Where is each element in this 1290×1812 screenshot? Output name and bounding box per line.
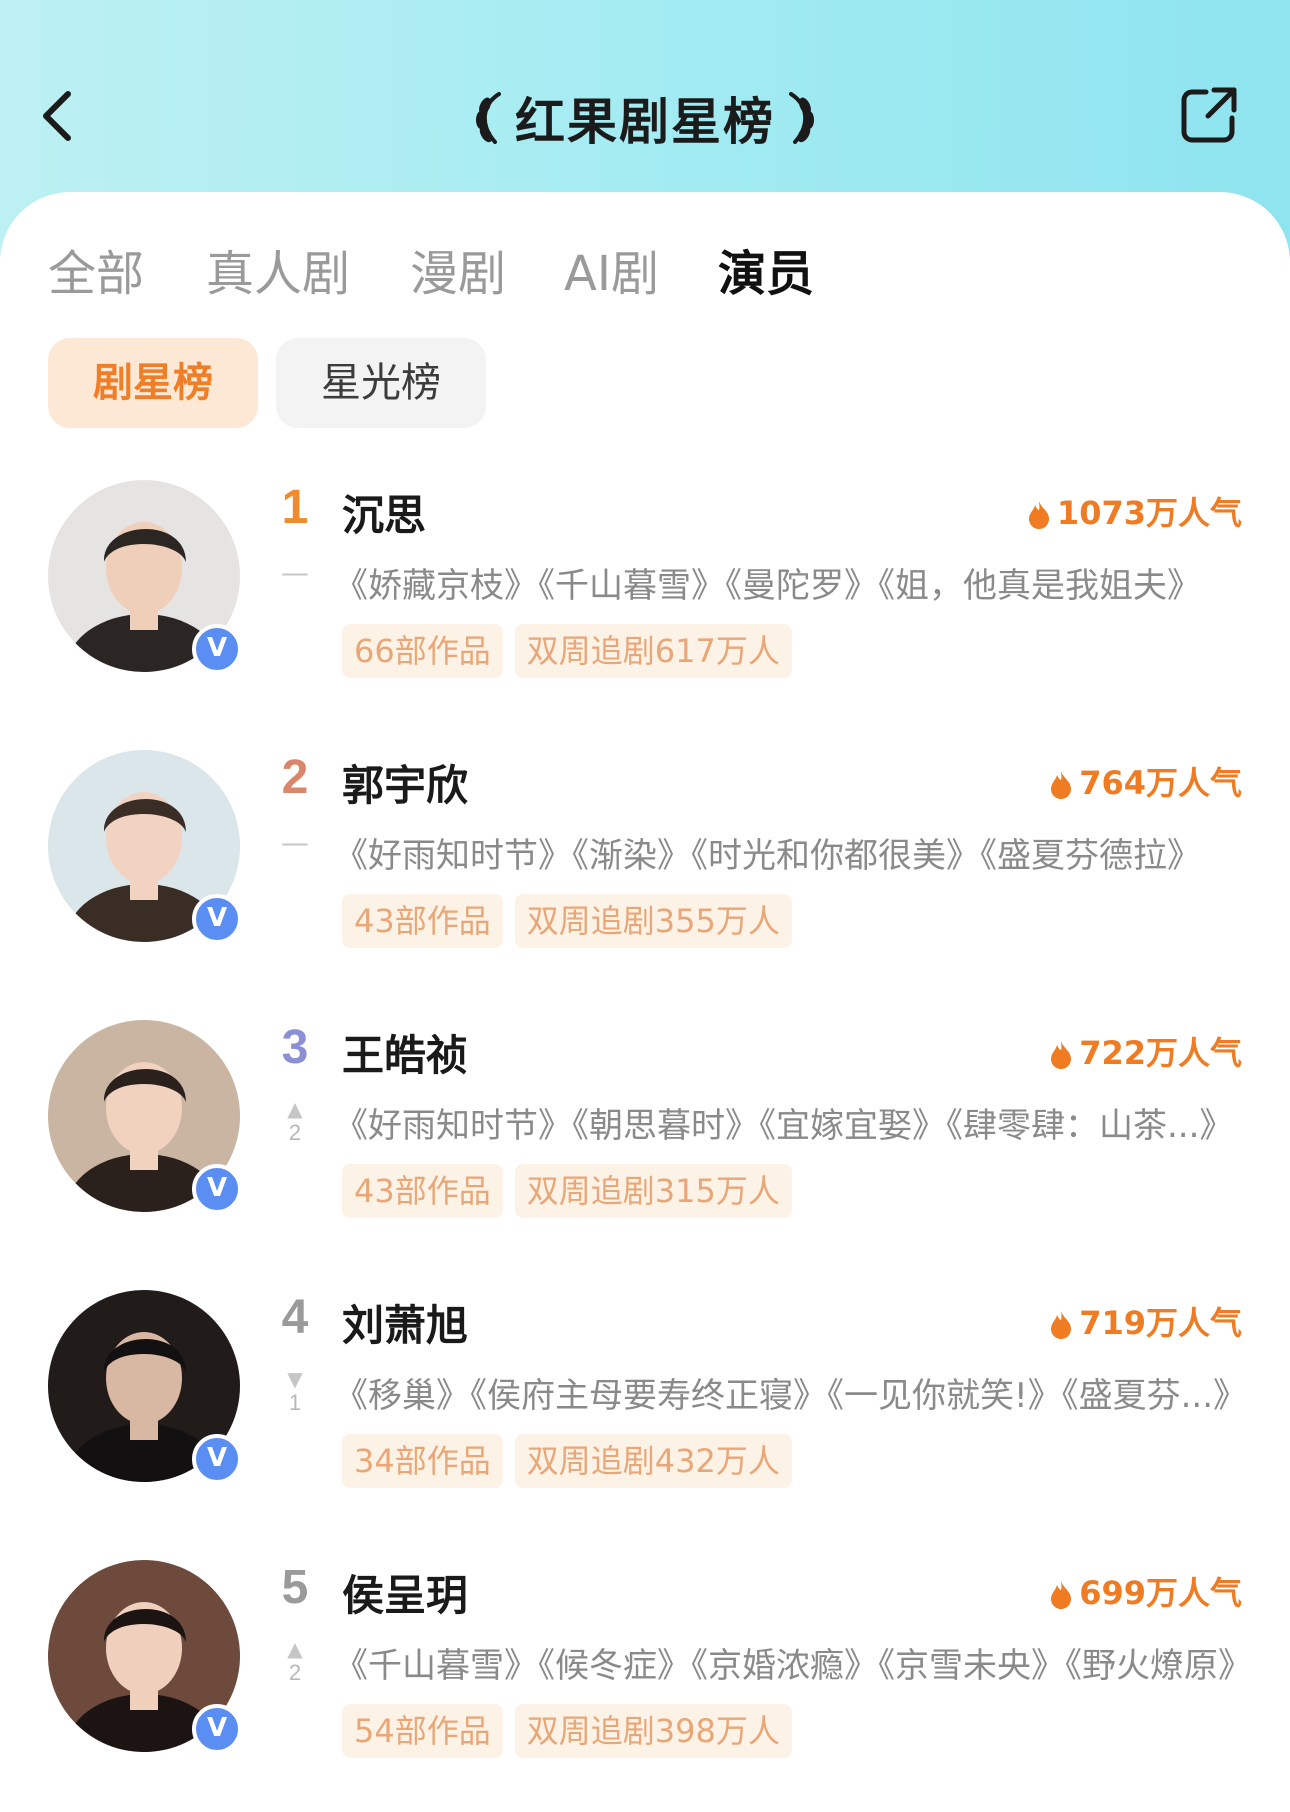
stat-tags: 43部作品 双周追剧355万人 xyxy=(342,894,804,948)
laurel-left-icon xyxy=(476,92,501,144)
actor-name[interactable]: 侯呈玥 xyxy=(342,1562,468,1623)
popularity-score: 722万人气 xyxy=(1049,1028,1242,1074)
followers-tag: 双周追剧315万人 xyxy=(514,1164,792,1218)
popularity-text: 764万人气 xyxy=(1079,764,1242,802)
trend-flat-icon: — xyxy=(281,556,309,589)
verified-badge: V xyxy=(192,1704,242,1754)
page-title-text: 红果剧星榜 xyxy=(515,93,775,151)
popularity-score: 764万人气 xyxy=(1049,758,1242,804)
rank-trend: ▼ 1 xyxy=(280,1368,310,1416)
avatar[interactable]: V xyxy=(48,1560,242,1754)
fire-icon xyxy=(1051,1311,1072,1339)
followers-tag: 双周追剧398万人 xyxy=(514,1704,792,1758)
tab-ai[interactable]: AI剧 xyxy=(564,234,659,304)
works-list: 《好雨知时节》《渐染》《时光和你都很美》《盛夏芬德拉》 xyxy=(334,836,1201,876)
followers-tag: 双周追剧432万人 xyxy=(514,1434,792,1488)
ranking-row[interactable]: V 3 ▲ 2 王皓祯 722万人气 《好雨知时节》《朝思暮时》《宜嫁宜娶》《肆零… xyxy=(0,1020,1290,1240)
trend-value: 1 xyxy=(288,1390,302,1415)
subtab-drama-star[interactable]: 剧星榜 xyxy=(48,338,258,428)
tab-all[interactable]: 全部 xyxy=(48,234,144,304)
rank-trend: ▲ 2 xyxy=(280,1638,310,1686)
followers-tag: 双周追剧355万人 xyxy=(514,894,792,948)
followers-tag: 双周追剧617万人 xyxy=(514,624,792,678)
actor-name[interactable]: 王皓祯 xyxy=(342,1022,468,1083)
share-button[interactable] xyxy=(1176,82,1242,148)
popularity-score: 719万人气 xyxy=(1049,1298,1242,1344)
avatar[interactable]: V xyxy=(48,1290,242,1484)
fire-icon xyxy=(1051,1041,1072,1069)
tab-live-action[interactable]: 真人剧 xyxy=(206,234,350,304)
rank-number: 1 xyxy=(281,481,309,534)
works-count-tag: 54部作品 xyxy=(342,1704,503,1758)
works-list: 《千山暮雪》《候冬症》《京婚浓瘾》《京雪未央》《野火燎原》 xyxy=(334,1646,1252,1686)
actor-name[interactable]: 沉思 xyxy=(342,482,426,543)
trend-up-icon: ▲ xyxy=(287,1637,303,1661)
rank-number: 2 xyxy=(281,751,309,804)
popularity-text: 719万人气 xyxy=(1079,1304,1242,1342)
rank-trend: ▲ 2 xyxy=(280,1098,310,1146)
works-list: 《好雨知时节》《朝思暮时》《宜嫁宜娶》《肆零肆：山茶...》 xyxy=(334,1106,1234,1146)
trend-value: 2 xyxy=(288,1660,302,1685)
tab-actors[interactable]: 演员 xyxy=(718,234,814,304)
trend-value: 2 xyxy=(288,1120,302,1145)
works-list: 《移巢》《侯府主母要寿终正寝》《一见你就笑!》《盛夏芬...》 xyxy=(334,1376,1248,1416)
ranking-row[interactable]: V 1 — 沉思 1073万人气 《娇藏京枝》《千山暮雪》《曼陀罗》《姐，他真是… xyxy=(0,480,1290,700)
laurel-right-icon xyxy=(789,92,814,144)
popularity-text: 1073万人气 xyxy=(1056,494,1242,532)
avatar[interactable]: V xyxy=(48,750,242,944)
trend-down-icon: ▼ xyxy=(287,1367,303,1391)
works-list: 《娇藏京枝》《千山暮雪》《曼陀罗》《姐，他真是我姐夫》 xyxy=(334,566,1201,606)
works-count-tag: 66部作品 xyxy=(342,624,503,678)
popularity-score: 1073万人气 xyxy=(1027,488,1242,534)
popularity-text: 722万人气 xyxy=(1079,1034,1242,1072)
verified-badge: V xyxy=(192,894,242,944)
works-count-tag: 34部作品 xyxy=(342,1434,503,1488)
popularity-score: 699万人气 xyxy=(1049,1568,1242,1614)
fire-icon xyxy=(1051,1581,1072,1609)
avatar[interactable]: V xyxy=(48,480,242,674)
avatar[interactable]: V xyxy=(48,1020,242,1214)
rank-number: 3 xyxy=(281,1021,309,1074)
stat-tags: 66部作品 双周追剧617万人 xyxy=(342,624,804,678)
page-title: 红果剧星榜 xyxy=(0,82,1290,154)
ranking-row[interactable]: V 2 — 郭宇欣 764万人气 《好雨知时节》《渐染》《时光和你都很美》《盛夏… xyxy=(0,750,1290,970)
fire-icon xyxy=(1051,771,1072,799)
top-bar: 红果剧星榜 xyxy=(0,60,1290,170)
actor-name[interactable]: 郭宇欣 xyxy=(342,752,468,813)
works-count-tag: 43部作品 xyxy=(342,1164,503,1218)
rank-number: 4 xyxy=(281,1291,309,1344)
ranking-row[interactable]: V 4 ▼ 1 刘萧旭 719万人气 《移巢》《侯府主母要寿终正寝》《一见你就笑!… xyxy=(0,1290,1290,1510)
trend-up-icon: ▲ xyxy=(287,1097,303,1121)
trend-flat-icon: — xyxy=(281,826,309,859)
verified-badge: V xyxy=(192,624,242,674)
tab-comic[interactable]: 漫剧 xyxy=(410,234,506,304)
popularity-text: 699万人气 xyxy=(1079,1574,1242,1612)
ranking-row[interactable]: V 5 ▲ 2 侯呈玥 699万人气 《千山暮雪》《候冬症》《京婚浓瘾》《京雪未央… xyxy=(0,1560,1290,1780)
stat-tags: 34部作品 双周追剧432万人 xyxy=(342,1434,804,1488)
rank-trend: — xyxy=(280,828,310,858)
verified-badge: V xyxy=(192,1164,242,1214)
works-count-tag: 43部作品 xyxy=(342,894,503,948)
actor-name[interactable]: 刘萧旭 xyxy=(342,1292,468,1353)
rank-number: 5 xyxy=(281,1561,309,1614)
rank-trend: — xyxy=(280,558,310,588)
subtab-starlight[interactable]: 星光榜 xyxy=(276,338,486,428)
share-icon xyxy=(1181,87,1237,143)
fire-icon xyxy=(1028,501,1049,529)
stat-tags: 54部作品 双周追剧398万人 xyxy=(342,1704,804,1758)
verified-badge: V xyxy=(192,1434,242,1484)
stat-tags: 43部作品 双周追剧315万人 xyxy=(342,1164,804,1218)
